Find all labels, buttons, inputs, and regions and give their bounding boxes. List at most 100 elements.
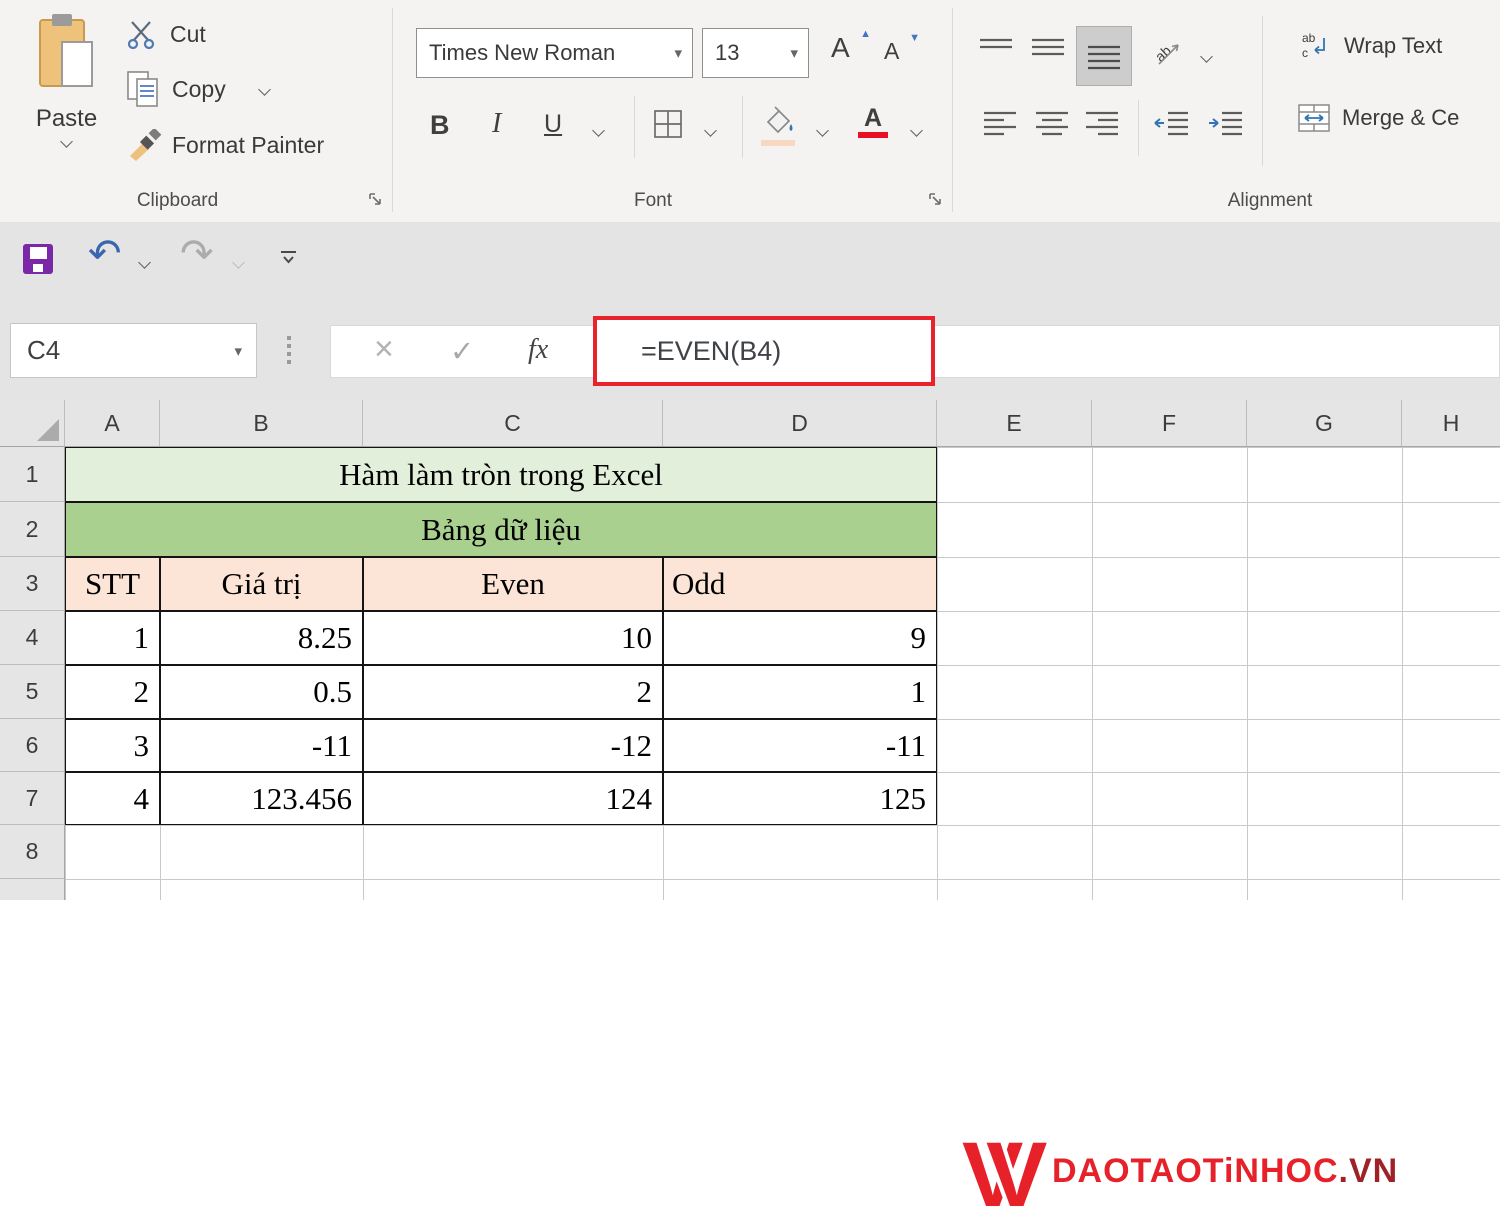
column-header[interactable]: C: [363, 400, 663, 447]
row-header[interactable]: 6: [0, 719, 65, 772]
cell[interactable]: -11: [160, 719, 363, 772]
cut-button[interactable]: Cut: [126, 16, 206, 52]
wrap-text-button[interactable]: ab c Wrap Text: [1300, 30, 1442, 62]
align-left-icon[interactable]: [982, 110, 1018, 140]
row-header[interactable]: 7: [0, 772, 65, 825]
column-header[interactable]: F: [1092, 400, 1247, 447]
svg-text:ab: ab: [1152, 42, 1174, 64]
font-name-select[interactable]: Times New Roman ▾: [416, 28, 693, 78]
decrease-indent-icon[interactable]: [1152, 110, 1190, 140]
format-painter-button[interactable]: Format Painter: [128, 126, 324, 164]
font-group-label: Font: [580, 190, 726, 212]
underline-button[interactable]: U: [544, 110, 562, 139]
redo-button[interactable]: ↷: [180, 234, 214, 274]
cell[interactable]: 3: [65, 719, 160, 772]
decrease-font-size-button[interactable]: A▼: [884, 38, 924, 78]
cell-header[interactable]: Even: [363, 557, 663, 611]
cell[interactable]: 1: [65, 611, 160, 665]
clipboard-dialog-launcher-icon[interactable]: [368, 192, 383, 207]
row-header[interactable]: 3: [0, 557, 65, 611]
font-color-button[interactable]: A: [858, 106, 888, 138]
fill-bucket-icon: [758, 104, 798, 134]
column-header[interactable]: G: [1247, 400, 1402, 447]
clipboard-paste-icon: [38, 12, 96, 100]
font-dialog-launcher-icon[interactable]: [928, 192, 943, 207]
svg-text:c: c: [1302, 46, 1308, 60]
column-header[interactable]: B: [160, 400, 363, 447]
cell[interactable]: 2: [363, 665, 663, 719]
cell[interactable]: 8.25: [160, 611, 363, 665]
wrap-text-label: Wrap Text: [1344, 33, 1442, 59]
alignment-group-label: Alignment: [1180, 190, 1360, 212]
cell-header[interactable]: Odd: [663, 557, 937, 611]
font-size-select[interactable]: 13 ▾: [702, 28, 809, 78]
cell[interactable]: 2: [65, 665, 160, 719]
select-all-corner[interactable]: [0, 400, 65, 447]
row-header[interactable]: 2: [0, 502, 65, 557]
column-header[interactable]: D: [663, 400, 937, 447]
cell-header[interactable]: STT: [65, 557, 160, 611]
watermark: V V DAOTAOTiNHOC.VN: [962, 1118, 1482, 1228]
font-color-letter: A: [864, 104, 882, 132]
cell[interactable]: 9: [663, 611, 937, 665]
orientation-icon[interactable]: ab: [1152, 34, 1184, 70]
align-right-icon[interactable]: [1084, 110, 1120, 140]
undo-button[interactable]: ↶: [88, 234, 122, 274]
row-header[interactable]: 1: [0, 447, 65, 502]
chevron-down-icon: [60, 135, 73, 148]
column-header[interactable]: A: [65, 400, 160, 447]
svg-text:V: V: [986, 1126, 1047, 1218]
group-separator: [952, 8, 953, 212]
formula-text: =EVEN(B4): [641, 336, 781, 367]
borders-dropdown-icon[interactable]: [704, 124, 717, 137]
insert-function-icon[interactable]: fx: [528, 334, 548, 366]
font-size-value: 13: [715, 40, 790, 66]
align-top-icon[interactable]: [978, 36, 1014, 62]
column-header[interactable]: E: [937, 400, 1092, 447]
cell-header[interactable]: Giá trị: [160, 557, 363, 611]
align-center-icon[interactable]: [1034, 110, 1070, 140]
cell[interactable]: -12: [363, 719, 663, 772]
cell-title[interactable]: Hàm làm tròn trong Excel: [65, 447, 937, 502]
borders-icon[interactable]: [652, 108, 684, 140]
copy-button[interactable]: Copy: [126, 68, 269, 110]
customize-qat-icon[interactable]: [280, 250, 298, 266]
fill-color-button[interactable]: [758, 104, 800, 146]
paste-button[interactable]: Paste: [14, 10, 119, 180]
cell-subtitle[interactable]: Bảng dữ liệu: [65, 502, 937, 557]
cancel-icon[interactable]: ×: [374, 330, 394, 369]
formula-bar-grip-icon[interactable]: [286, 335, 292, 369]
cut-label: Cut: [170, 21, 206, 48]
bold-button[interactable]: B: [430, 110, 450, 141]
row-header[interactable]: 5: [0, 665, 65, 719]
name-box-dropdown-icon[interactable]: ▾: [234, 342, 242, 360]
row-header[interactable]: 4: [0, 611, 65, 665]
align-bottom-button-selected[interactable]: [1076, 26, 1132, 86]
increase-font-size-button[interactable]: A▲: [831, 32, 873, 78]
italic-button[interactable]: I: [492, 108, 501, 140]
enter-icon[interactable]: ✓: [450, 334, 474, 369]
column-header[interactable]: H: [1402, 400, 1500, 447]
cell[interactable]: 1: [663, 665, 937, 719]
cell[interactable]: 4: [65, 772, 160, 825]
chevron-down-icon[interactable]: [258, 83, 271, 96]
merge-center-icon: [1298, 104, 1330, 132]
separator: [634, 96, 635, 158]
cell[interactable]: -11: [663, 719, 937, 772]
row-header[interactable]: 8: [0, 825, 65, 879]
save-button[interactable]: [22, 243, 54, 275]
cell[interactable]: 125: [663, 772, 937, 825]
merge-center-button[interactable]: Merge & Ce: [1298, 104, 1459, 132]
increase-indent-icon[interactable]: [1206, 110, 1244, 140]
underline-dropdown-icon[interactable]: [592, 124, 605, 137]
fill-color-dropdown-icon[interactable]: [816, 124, 829, 137]
cell[interactable]: 10: [363, 611, 663, 665]
align-middle-icon[interactable]: [1030, 34, 1066, 64]
orientation-dropdown-icon[interactable]: [1200, 50, 1213, 63]
font-color-dropdown-icon[interactable]: [910, 124, 923, 137]
row-header[interactable]: [0, 879, 65, 900]
cell[interactable]: 124: [363, 772, 663, 825]
cell[interactable]: 0.5: [160, 665, 363, 719]
cell[interactable]: 123.456: [160, 772, 363, 825]
name-box[interactable]: C4 ▾: [10, 323, 257, 378]
